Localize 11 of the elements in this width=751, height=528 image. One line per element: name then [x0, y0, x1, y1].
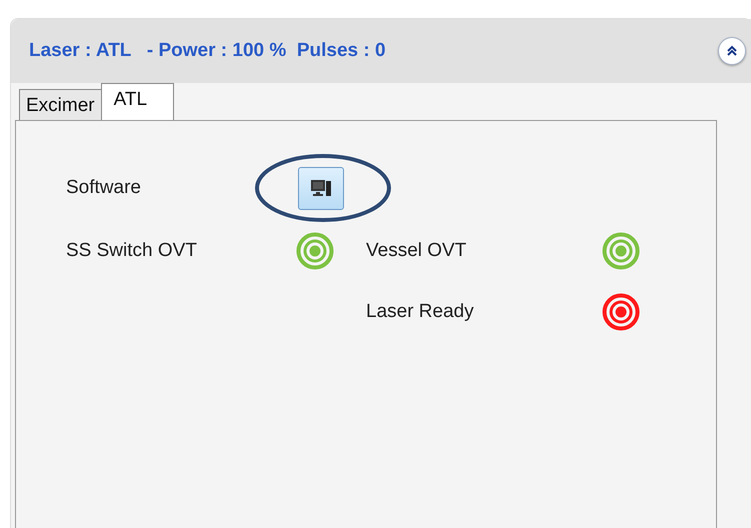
software-button[interactable] [298, 166, 344, 210]
indicator-label: SS Switch OVT [66, 240, 198, 262]
indicator-label: Laser Ready [366, 301, 475, 323]
tab[interactable]: ATL [100, 83, 174, 121]
software-label: Software [66, 177, 142, 199]
indicator-label: Vessel OVT [366, 240, 468, 262]
collapse-button[interactable] [718, 37, 746, 65]
double-chevron-up-icon [725, 44, 739, 58]
computer-icon [310, 179, 332, 197]
tab[interactable]: Excimer [19, 89, 102, 121]
panel-title: Laser : ATL - Power : 100 % Pulses : 0 [29, 40, 386, 62]
